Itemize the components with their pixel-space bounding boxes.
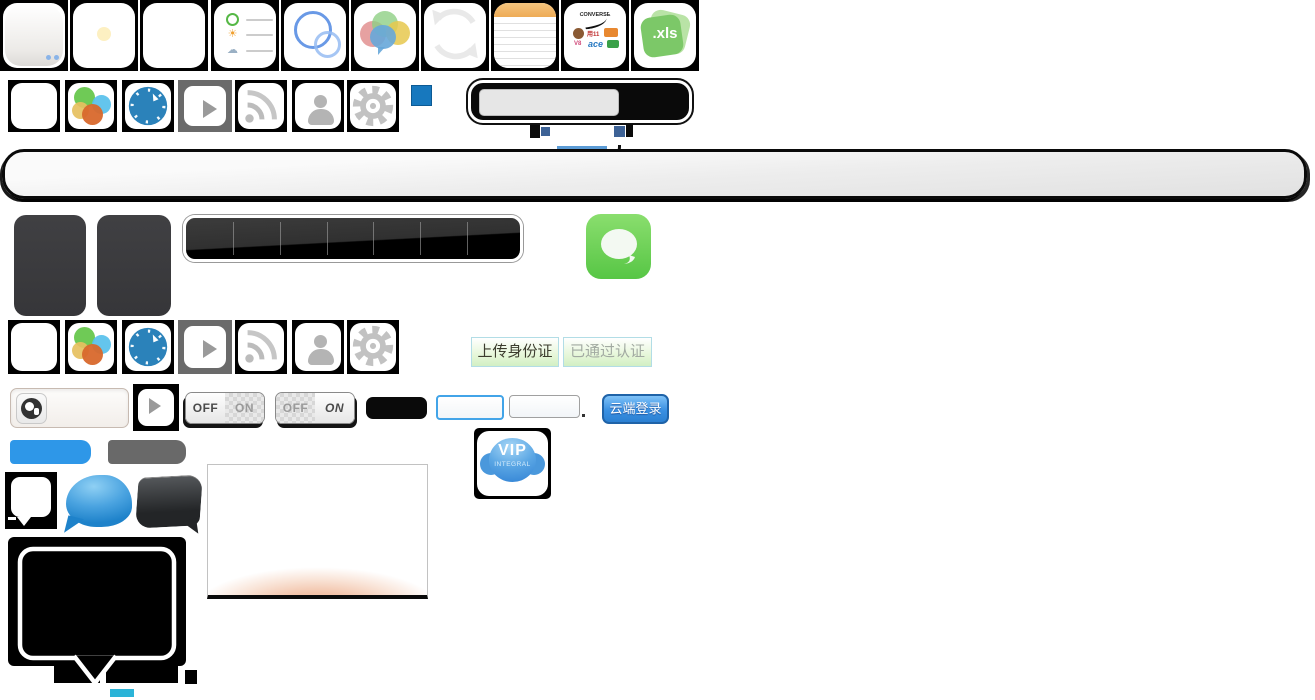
brand-label: ace <box>588 39 603 49</box>
rss-glyph <box>238 323 284 369</box>
play-triangle-glyph <box>203 100 217 118</box>
fragment-blue <box>541 127 550 136</box>
text-input-focused[interactable] <box>436 395 504 420</box>
toggle-on-selected[interactable]: OFF ON <box>275 392 355 424</box>
play-triangle-glyph <box>149 398 161 414</box>
dark-card <box>14 215 86 316</box>
wide-toolbar <box>2 149 1307 199</box>
notes-icon[interactable] <box>491 0 559 71</box>
settings-gear-icon[interactable] <box>347 320 399 374</box>
chat-bubble-glyph <box>586 214 651 279</box>
tooltip-asset <box>5 472 57 529</box>
blank-app-icon[interactable] <box>8 320 60 374</box>
settings-gear-icon[interactable] <box>347 80 399 132</box>
clock-icon[interactable] <box>122 320 174 374</box>
fragment-blue <box>614 126 625 137</box>
blue-speech-bubble <box>66 475 132 527</box>
reminders-list-icon[interactable]: ☀ ☁ <box>211 0 279 71</box>
dark-card <box>97 215 171 316</box>
cloud-glyph: ☁ <box>226 45 239 56</box>
play-button-icon[interactable] <box>133 384 179 431</box>
toggle-off-label[interactable]: OFF <box>276 393 315 423</box>
contact-person-icon[interactable] <box>292 80 344 132</box>
green-ring-glyph <box>226 13 239 26</box>
video-play-icon[interactable] <box>178 320 232 374</box>
toggle-off-label[interactable]: OFF <box>186 393 225 423</box>
sync-icon[interactable] <box>421 0 489 71</box>
chat-bubbles-icon[interactable] <box>351 0 419 71</box>
flower-glyph <box>73 3 135 65</box>
rss-icon[interactable] <box>235 80 287 132</box>
blue-swatch <box>411 85 432 106</box>
video-play-icon[interactable] <box>178 80 232 132</box>
brand-label: V8 <box>574 41 581 47</box>
vip-sub-label: INTEGRAL <box>477 461 548 468</box>
monkey-glyph <box>573 28 584 39</box>
blank-app-icon[interactable] <box>8 80 60 132</box>
search-field[interactable] <box>479 89 619 116</box>
segmented-keyboard-bar[interactable] <box>183 215 523 262</box>
clock-glyph <box>125 83 171 129</box>
music-note-glyph: ♪ <box>143 3 205 68</box>
linked-circles-icon[interactable] <box>281 0 349 71</box>
xls-label: .xls <box>634 3 696 68</box>
upload-id-button[interactable]: 上传身份证 <box>471 337 559 367</box>
music-icon[interactable]: ♪ <box>140 0 208 71</box>
photos-icon[interactable] <box>70 0 138 71</box>
green-chip <box>607 40 619 48</box>
clock-icon[interactable] <box>122 80 174 132</box>
clock-glyph <box>125 323 171 371</box>
brand-label: CONVERSE <box>569 12 621 18</box>
gear-glyph <box>350 83 396 129</box>
teal-fragment <box>110 689 134 697</box>
vip-badge[interactable]: VIP INTEGRAL <box>474 428 551 499</box>
toggle-off-selected[interactable]: OFF ON <box>185 392 265 424</box>
rss-glyph <box>238 83 284 129</box>
contact-person-icon[interactable] <box>292 320 344 374</box>
gear-glyph <box>350 323 396 369</box>
keyboard-key-icon[interactable] <box>0 0 68 71</box>
toggle-on-label[interactable]: ON <box>315 393 354 423</box>
white-panel <box>207 464 428 599</box>
black-speech-bubble <box>8 537 198 700</box>
tooltip-pointer <box>17 517 31 526</box>
spreadsheet-xls-icon[interactable]: .xls <box>631 0 699 71</box>
vip-label: VIP <box>477 442 548 460</box>
toggle-on-label[interactable]: ON <box>225 393 264 423</box>
black-search-bar[interactable] <box>466 78 694 125</box>
game-circles-icon[interactable] <box>65 320 117 374</box>
sun-glyph: ☀ <box>226 29 239 40</box>
gray-button-bar[interactable] <box>108 440 186 464</box>
dark-speech-bubble <box>135 474 203 528</box>
blue-button-bar[interactable] <box>10 440 91 464</box>
black-pill <box>366 397 427 419</box>
orange-chip <box>604 28 618 37</box>
brands-icon[interactable]: CONVERSE 用11 V8 ace <box>561 0 629 71</box>
tooltip-bubble <box>11 477 51 517</box>
cloud-login-button[interactable]: 云端登录 <box>602 394 669 424</box>
fragment-black <box>530 125 540 138</box>
search-a-icon <box>16 393 47 424</box>
rss-icon[interactable] <box>235 320 287 374</box>
refresh-arrows-glyph <box>424 3 486 65</box>
dot-fragment <box>582 414 585 417</box>
verified-button[interactable]: 已通过认证 <box>563 337 652 367</box>
fragment-black <box>626 124 633 137</box>
sprite-canvas: ♪ ☀ ☁ <box>0 0 1315 700</box>
messages-icon[interactable] <box>586 214 651 279</box>
search-input[interactable] <box>10 388 129 428</box>
game-circles-icon[interactable] <box>65 80 117 132</box>
peach-wave <box>207 553 428 595</box>
text-input[interactable] <box>509 395 580 418</box>
play-triangle-glyph <box>203 340 217 358</box>
